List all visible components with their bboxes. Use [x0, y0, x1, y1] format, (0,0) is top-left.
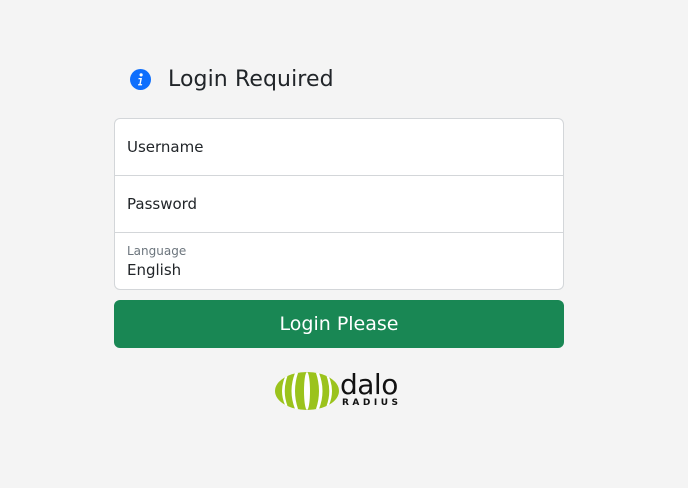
- username-placeholder: Username: [127, 138, 204, 156]
- language-label: Language: [127, 244, 187, 258]
- page-title: Login Required: [168, 66, 334, 92]
- language-value: English: [127, 261, 182, 279]
- password-field[interactable]: Password: [115, 176, 563, 233]
- password-placeholder: Password: [127, 195, 198, 213]
- username-field[interactable]: Username: [115, 119, 563, 176]
- globe-logo-icon: [275, 372, 339, 410]
- daloradius-logo: dalo RADIUS: [274, 370, 406, 412]
- info-icon: [130, 68, 151, 90]
- logo-text: dalo: [340, 368, 398, 401]
- login-form: Username Password Language English: [114, 118, 564, 290]
- logo-subtext: RADIUS: [342, 398, 402, 408]
- login-heading: Login Required: [130, 62, 334, 96]
- language-select[interactable]: Language English: [115, 233, 563, 289]
- login-button[interactable]: Login Please: [114, 300, 564, 348]
